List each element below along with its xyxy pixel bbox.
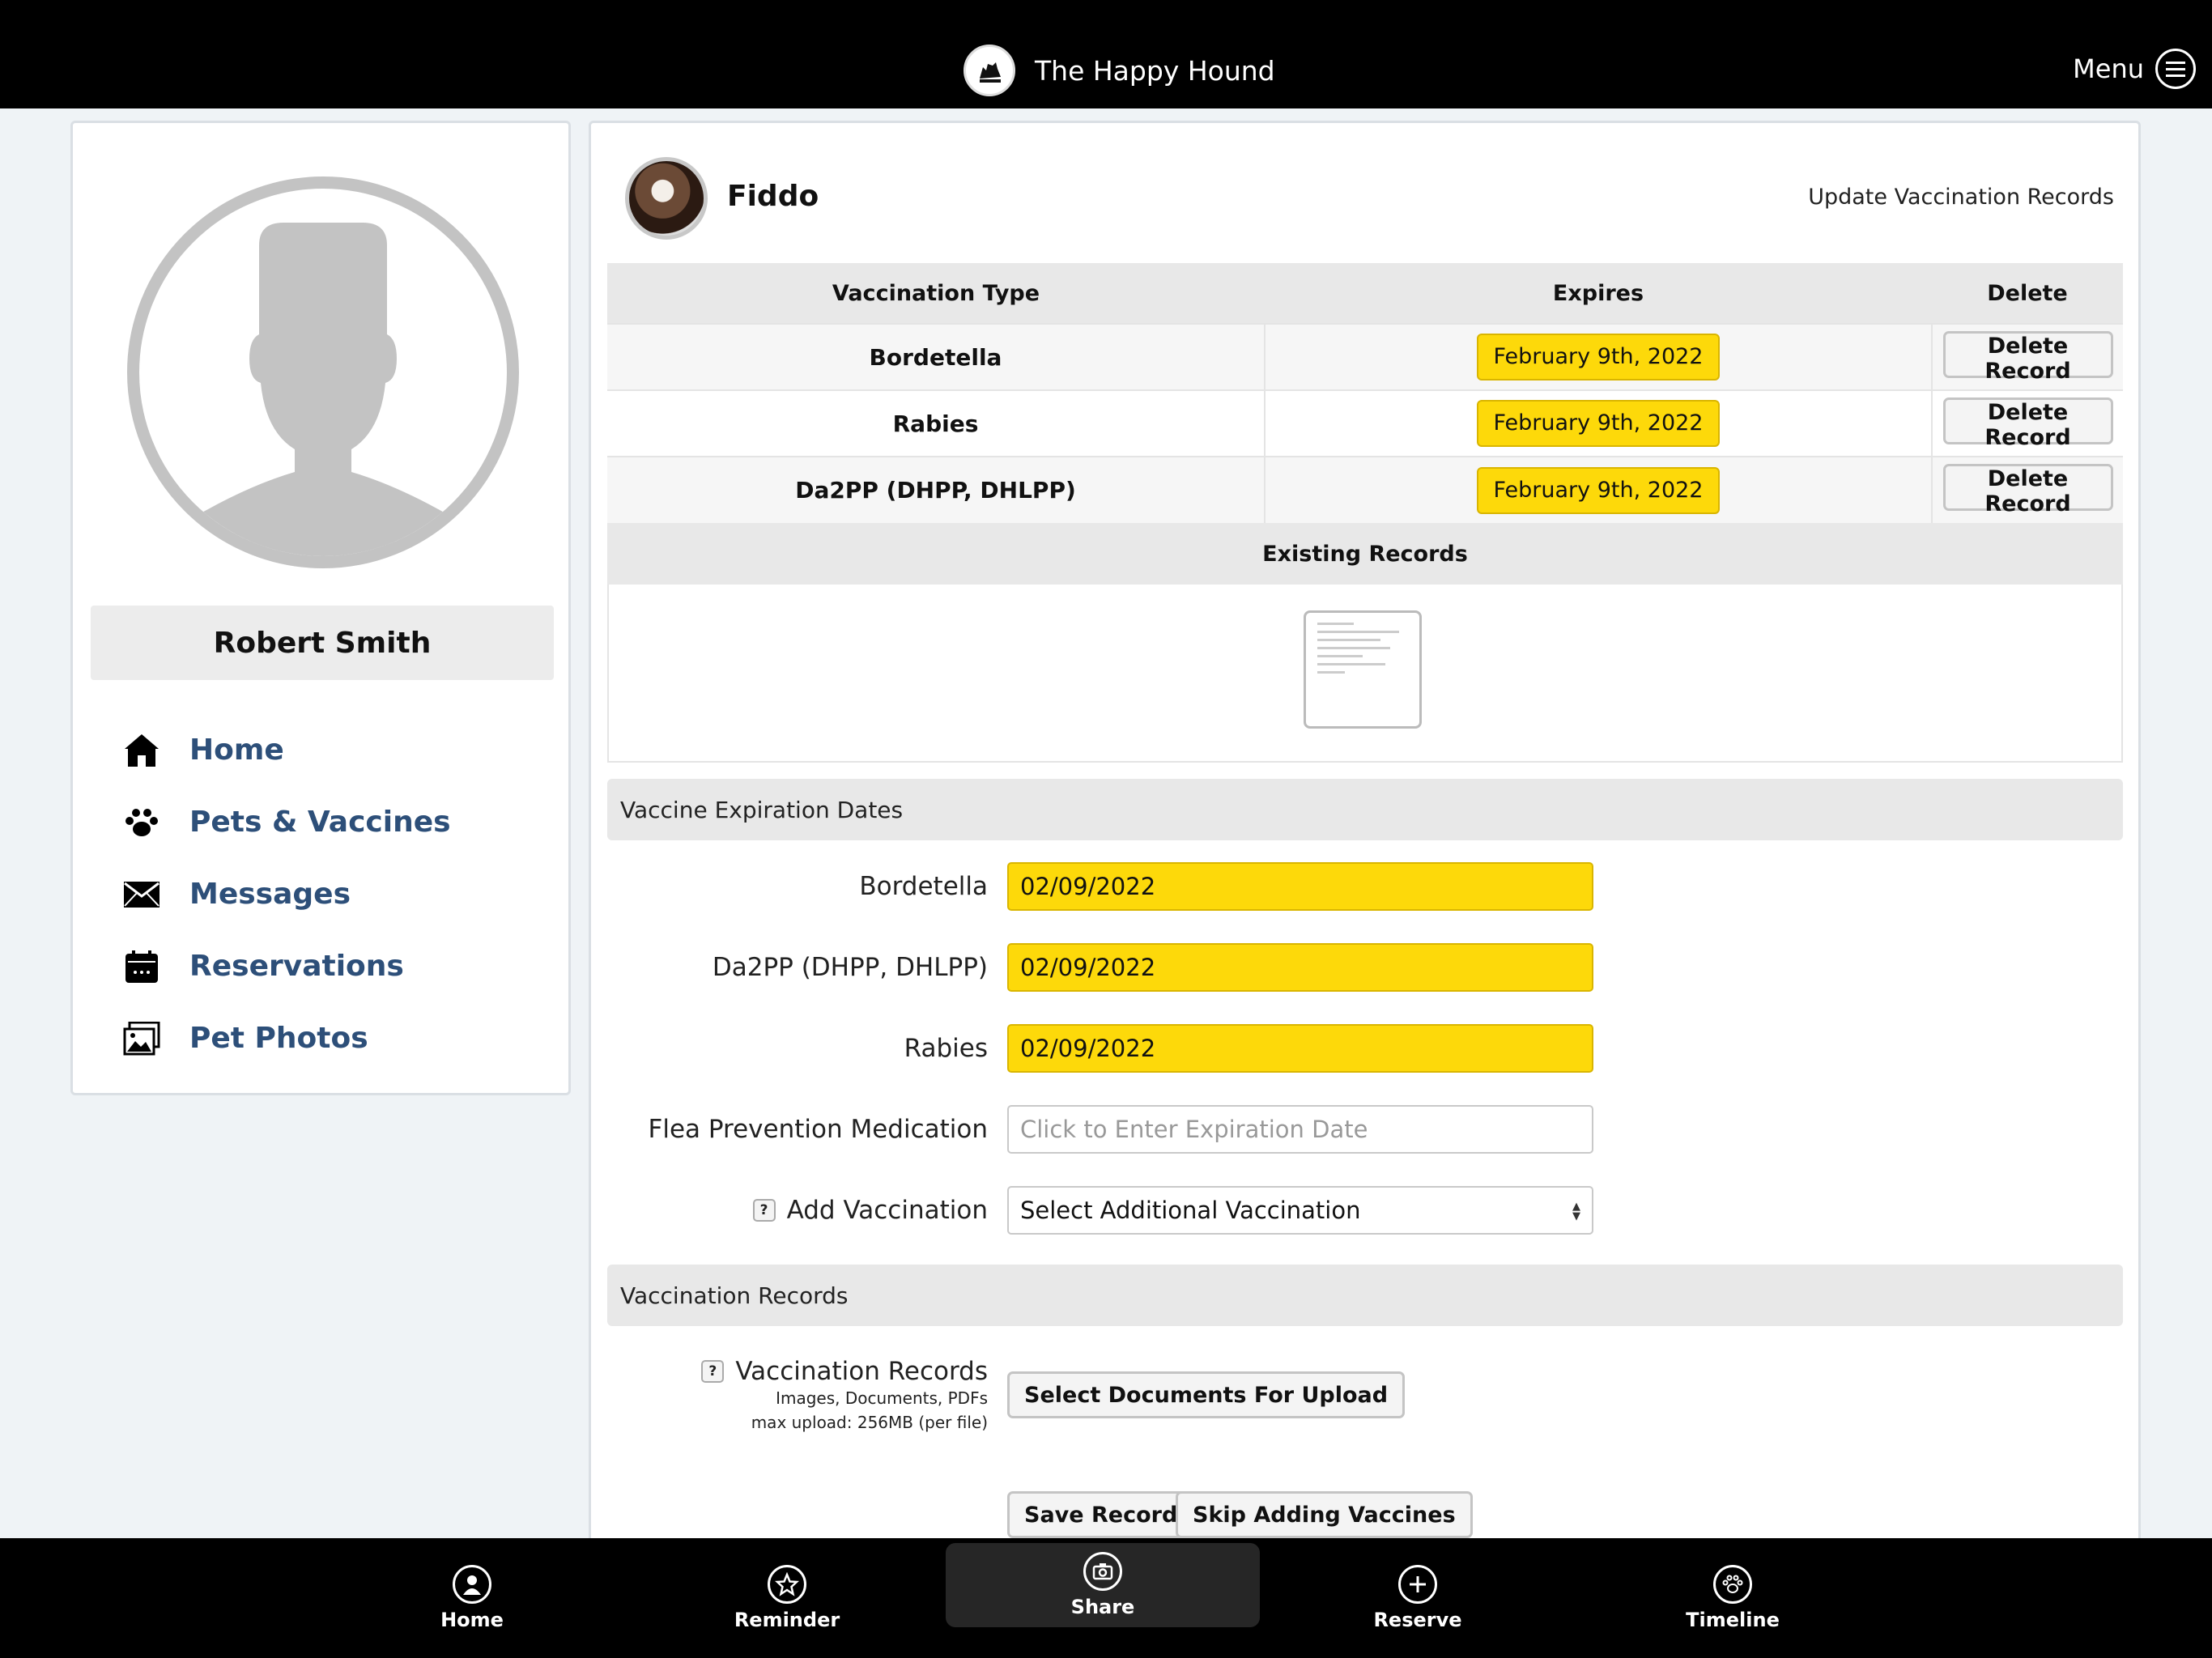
document-thumbnail[interactable] bbox=[1304, 610, 1422, 729]
rabies-date-field[interactable]: 02/09/2022 bbox=[1007, 1024, 1593, 1073]
sidebar-item-home[interactable]: Home bbox=[121, 714, 526, 786]
table-row: Da2PP (DHPP, DHLPP) February 9th, 2022 D… bbox=[607, 456, 2123, 523]
skip-adding-vaccines-button[interactable]: Skip Adding Vaccines bbox=[1176, 1491, 1473, 1538]
user-circle-icon bbox=[453, 1565, 491, 1604]
tab-label: Share bbox=[1070, 1596, 1135, 1618]
form-row-bordetella: Bordetella 02/09/2022 bbox=[607, 862, 2123, 911]
delete-record-button[interactable]: Delete Record bbox=[1942, 330, 2113, 384]
vaccine-expiration-section-header: Vaccine Expiration Dates bbox=[607, 779, 2123, 840]
sidebar-item-label: Messages bbox=[189, 878, 351, 911]
da2pp-date-field[interactable]: 02/09/2022 bbox=[1007, 943, 1593, 992]
happy-hound-logo-icon bbox=[963, 45, 1015, 96]
upload-size-limit: max upload: 256MB (per file) bbox=[751, 1413, 988, 1432]
pet-name: Fiddo bbox=[727, 180, 819, 213]
sidebar-item-label: Pets & Vaccines bbox=[189, 806, 451, 839]
bottom-tab-bar: Home Reminder Share Reserve Timeline bbox=[0, 1538, 2212, 1658]
expiration-date-badge: February 9th, 2022 bbox=[1477, 400, 1720, 447]
delete-record-button[interactable]: Delete Record bbox=[1942, 464, 2113, 517]
form-row-add-vaccination: ? Add Vaccination Select Additional Vacc… bbox=[607, 1186, 2123, 1235]
form-row-upload: ? Vaccination Records Images, Documents,… bbox=[607, 1357, 2123, 1446]
sidebar-item-messages[interactable]: Messages bbox=[121, 858, 526, 930]
expiration-date-badge: February 9th, 2022 bbox=[1477, 466, 1720, 514]
select-arrows-icon: ▲ ▼ bbox=[1572, 1201, 1580, 1222]
pet-avatar[interactable] bbox=[625, 157, 708, 240]
menu-button[interactable]: Menu bbox=[2073, 49, 2196, 89]
add-vaccination-label: ? Add Vaccination bbox=[752, 1186, 988, 1235]
field-label: Flea Prevention Medication bbox=[648, 1115, 988, 1144]
add-vaccination-select[interactable]: Select Additional Vaccination ▲ ▼ bbox=[1007, 1186, 1593, 1235]
vaccination-records-section-header: Vaccination Records bbox=[607, 1265, 2123, 1326]
top-bar: The Happy Hound Menu bbox=[0, 0, 2212, 108]
field-label: Da2PP (DHPP, DHLPP) bbox=[712, 953, 988, 982]
hamburger-icon bbox=[2155, 49, 2196, 89]
tab-reminder[interactable]: Reminder bbox=[630, 1538, 944, 1658]
help-icon[interactable]: ? bbox=[752, 1199, 776, 1222]
form-row-rabies: Rabies 02/09/2022 bbox=[607, 1024, 2123, 1073]
column-header-type: Vaccination Type bbox=[607, 263, 1265, 324]
field-label: Bordetella bbox=[859, 872, 988, 901]
form-row-da2pp: Da2PP (DHPP, DHLPP) 02/09/2022 bbox=[607, 943, 2123, 992]
vaccination-type: Da2PP (DHPP, DHLPP) bbox=[607, 456, 1266, 523]
vaccination-type: Bordetella bbox=[607, 323, 1266, 390]
envelope-icon bbox=[121, 874, 162, 915]
field-label: Vaccination Records bbox=[735, 1357, 988, 1386]
sidebar-item-label: Home bbox=[189, 733, 284, 767]
person-silhouette-icon bbox=[175, 223, 471, 556]
main-panel: Fiddo Update Vaccination Records Vaccina… bbox=[589, 121, 2141, 1658]
sidebar-item-pets-vaccines[interactable]: Pets & Vaccines bbox=[121, 786, 526, 858]
table-row: Rabies February 9th, 2022 Delete Record bbox=[607, 389, 2123, 457]
home-icon bbox=[121, 730, 162, 771]
app-title: The Happy Hound bbox=[1035, 54, 1275, 87]
tab-label: Timeline bbox=[1686, 1609, 1780, 1631]
flea-prevention-date-field[interactable]: Click to Enter Expiration Date bbox=[1007, 1105, 1593, 1154]
tab-home[interactable]: Home bbox=[315, 1538, 629, 1658]
paw-icon bbox=[121, 802, 162, 843]
tab-label: Reserve bbox=[1373, 1609, 1462, 1631]
calendar-icon bbox=[121, 946, 162, 987]
tab-timeline[interactable]: Timeline bbox=[1576, 1538, 1890, 1658]
sidebar-item-label: Reservations bbox=[189, 950, 404, 983]
expiration-date-badge: February 9th, 2022 bbox=[1477, 334, 1720, 380]
sidebar: Robert Smith Home Pets & Vaccines Messag… bbox=[70, 121, 571, 1095]
upload-label: ? Vaccination Records Images, Documents,… bbox=[701, 1357, 988, 1435]
plus-icon bbox=[1398, 1565, 1437, 1604]
tab-label: Home bbox=[440, 1609, 504, 1631]
photos-icon bbox=[121, 1018, 162, 1059]
bordetella-date-field[interactable]: 02/09/2022 bbox=[1007, 862, 1593, 911]
sidebar-item-label: Pet Photos bbox=[189, 1022, 368, 1055]
vaccination-type: Rabies bbox=[607, 389, 1266, 457]
sidebar-item-pet-photos[interactable]: Pet Photos bbox=[121, 1002, 526, 1074]
field-label: Rabies bbox=[904, 1034, 988, 1063]
upload-file-types: Images, Documents, PDFs bbox=[776, 1388, 988, 1408]
help-icon[interactable]: ? bbox=[701, 1360, 725, 1383]
vaccination-table: Vaccination Type Expires Delete Bordetel… bbox=[607, 263, 2123, 523]
form-row-flea-prevention: Flea Prevention Medication Click to Ente… bbox=[607, 1105, 2123, 1154]
save-record-button[interactable]: Save Record bbox=[1007, 1491, 1195, 1538]
camera-icon bbox=[1083, 1552, 1122, 1591]
delete-record-button[interactable]: Delete Record bbox=[1942, 397, 2113, 450]
select-value: Select Additional Vaccination bbox=[1020, 1197, 1361, 1224]
tab-label: Reminder bbox=[734, 1609, 840, 1631]
star-icon bbox=[768, 1565, 806, 1604]
field-label: Add Vaccination bbox=[786, 1196, 988, 1225]
avatar[interactable] bbox=[127, 176, 519, 568]
existing-records-header: Existing Records bbox=[607, 523, 2123, 585]
tab-reserve[interactable]: Reserve bbox=[1261, 1538, 1575, 1658]
brand[interactable]: The Happy Hound bbox=[963, 42, 1275, 99]
tab-share[interactable]: Share bbox=[946, 1543, 1260, 1627]
column-header-delete: Delete bbox=[1932, 263, 2123, 324]
sidebar-nav: Home Pets & Vaccines Messages Reservatio… bbox=[121, 714, 526, 1074]
select-documents-button[interactable]: Select Documents For Upload bbox=[1007, 1371, 1406, 1418]
table-row: Bordetella February 9th, 2022 Delete Rec… bbox=[607, 323, 2123, 390]
column-header-expires: Expires bbox=[1265, 263, 1932, 324]
menu-label: Menu bbox=[2073, 53, 2144, 84]
user-name: Robert Smith bbox=[91, 606, 554, 680]
sidebar-item-reservations[interactable]: Reservations bbox=[121, 930, 526, 1002]
existing-records bbox=[607, 585, 2123, 763]
update-vaccination-records-link[interactable]: Update Vaccination Records bbox=[1808, 185, 2114, 210]
paw-circle-icon bbox=[1713, 1565, 1752, 1604]
